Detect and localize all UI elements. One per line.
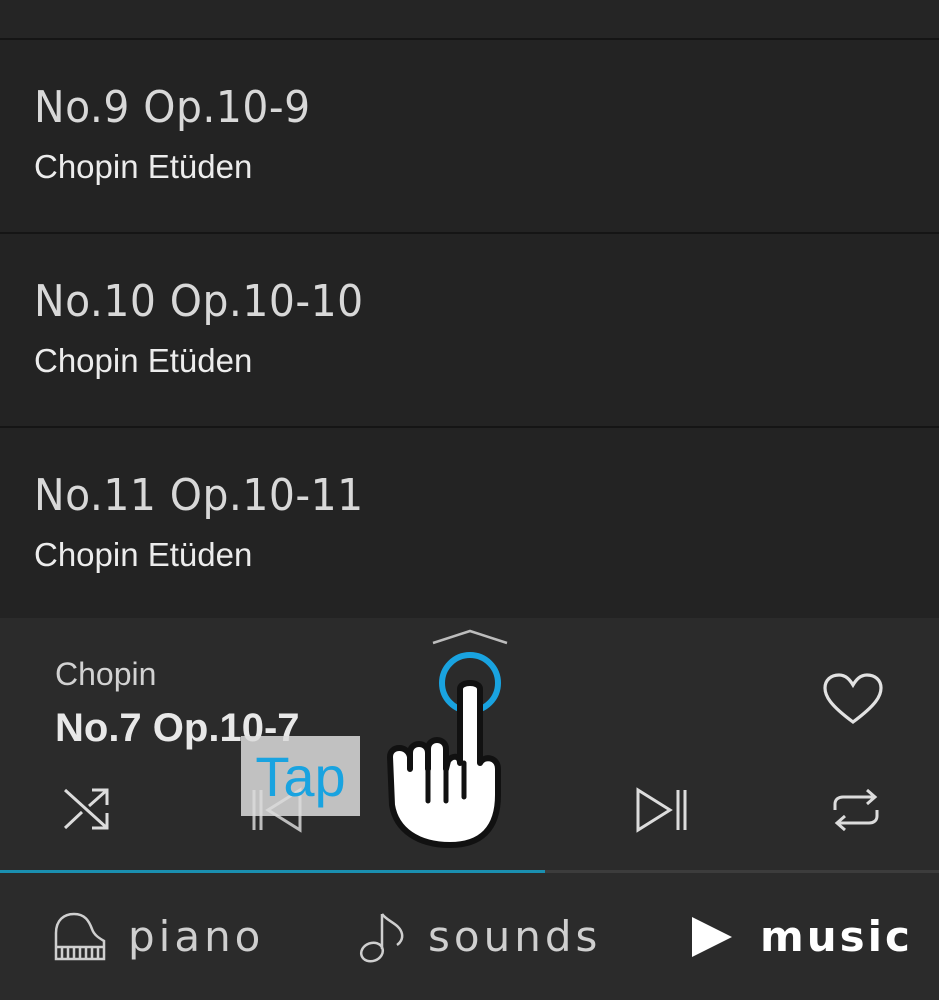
track-list: No.9 Op.10-9 Chopin Etüden No.10 Op.10-1… [0, 40, 939, 622]
list-item[interactable]: No.9 Op.10-9 Chopin Etüden [0, 40, 939, 234]
nav-tab-sounds[interactable]: sounds [356, 873, 601, 1000]
grand-piano-icon [54, 912, 106, 960]
nav-label-piano: piano [128, 912, 265, 961]
list-item[interactable]: No.10 Op.10-10 Chopin Etüden [0, 234, 939, 428]
list-item[interactable]: No.11 Op.10-11 Chopin Etüden [0, 428, 939, 622]
previous-list-item[interactable] [0, 0, 939, 40]
now-playing-artist: Chopin [55, 656, 157, 692]
tap-gesture-hand-icon [380, 645, 510, 860]
nav-tab-piano[interactable]: piano [52, 873, 264, 1000]
nav-tab-music[interactable]: music [690, 873, 913, 1000]
track-subtitle: Chopin Etüden [34, 342, 253, 379]
heart-icon[interactable] [822, 672, 884, 731]
skip-next-icon[interactable] [634, 786, 690, 839]
nav-label-music: music [760, 912, 913, 961]
bottom-navigation: piano sounds music [0, 873, 939, 1000]
tap-instruction-label: Tap [241, 736, 360, 816]
nav-label-sounds: sounds [428, 912, 602, 961]
shuffle-icon[interactable] [62, 786, 112, 839]
play-icon [692, 916, 732, 957]
track-title: No.10 Op.10-10 [34, 276, 364, 327]
track-title: No.11 Op.10-11 [34, 470, 364, 521]
track-subtitle: Chopin Etüden [34, 148, 253, 185]
track-title: No.9 Op.10-9 [34, 82, 311, 133]
repeat-icon[interactable] [829, 788, 883, 837]
track-subtitle: Chopin Etüden [34, 536, 253, 573]
music-note-icon [359, 912, 404, 963]
